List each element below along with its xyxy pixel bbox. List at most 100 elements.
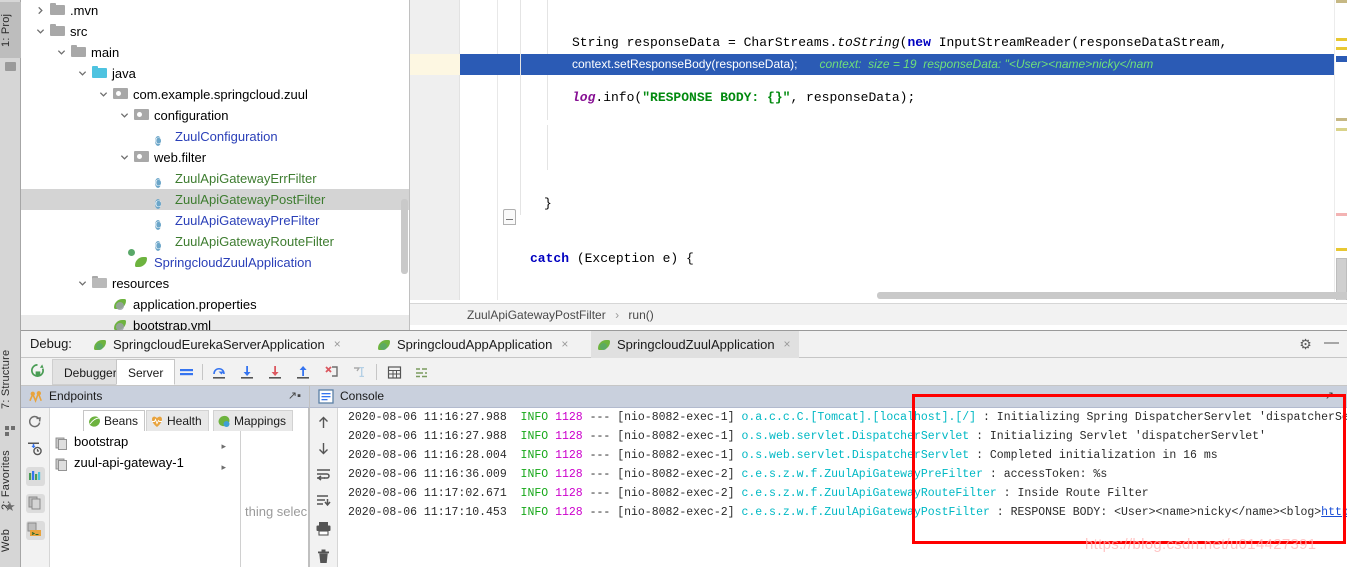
settings-gear-icon[interactable]: ⚙ [1298, 337, 1313, 352]
force-step-into-icon[interactable] [267, 364, 284, 381]
print-icon[interactable] [315, 520, 332, 537]
close-tab-icon[interactable]: × [561, 331, 568, 358]
tree-expander[interactable] [36, 6, 45, 15]
tab-mappings[interactable]: Mappings [213, 410, 293, 431]
run-to-cursor-icon[interactable] [351, 364, 368, 381]
tab-health[interactable]: Health [146, 410, 209, 431]
structure-dots-icon [5, 426, 15, 436]
rerun-icon[interactable] [29, 363, 46, 380]
intellij-idea-window: 1: Proj 7: Structure 2: Favorites ★ Web … [0, 0, 1347, 567]
soft-wrap-icon[interactable] [315, 466, 332, 483]
tree-item-com-example-springcloud-zuul[interactable]: com.example.springcloud.zuul [21, 84, 409, 105]
tree-item-src[interactable]: src [21, 21, 409, 42]
clear-all-icon[interactable] [315, 548, 332, 565]
tree-item-label: ZuulApiGatewayPostFilter [175, 189, 325, 210]
close-tab-icon[interactable]: × [784, 331, 791, 358]
console-toolbar [309, 408, 338, 567]
tree-item-zuulapigatewaypostfilter[interactable]: CZuulApiGatewayPostFilter [21, 189, 409, 210]
tree-expander[interactable] [78, 279, 87, 288]
evaluate-expression-icon[interactable] [386, 364, 403, 381]
endpoints-tree[interactable]: bootstrap▸zuul-api-gateway-1▸ [50, 431, 240, 567]
spring-app-icon [597, 338, 611, 352]
hide-panel-icon[interactable]: — [1324, 336, 1338, 351]
resource-folder-icon [92, 276, 108, 291]
tree-expander[interactable] [36, 27, 45, 36]
tree-item-main[interactable]: main [21, 42, 409, 63]
step-into-icon[interactable] [239, 364, 256, 381]
tree-item-web-filter[interactable]: web.filter [21, 147, 409, 168]
debug-tab-label: SpringcloudEurekaServerApplication [113, 337, 325, 352]
log-link[interactable]: http://smilenicky.bl [1321, 506, 1347, 519]
tree-expander[interactable] [99, 90, 108, 99]
debug-tab-1[interactable]: SpringcloudAppApplication× [371, 331, 576, 358]
refresh-icon[interactable] [26, 413, 45, 432]
show-execution-point-icon[interactable] [178, 364, 195, 381]
tree-item-bootstrap-yml[interactable]: bootstrap.yml [21, 315, 409, 330]
debug-side-tab-server[interactable]: Server [116, 359, 175, 385]
tool-window-web[interactable]: Web [0, 518, 21, 562]
tree-item-label: ZuulApiGatewayPreFilter [175, 210, 320, 231]
log-timestamp: 2020-08-06 11:17:02.671 [348, 487, 507, 500]
tree-expander[interactable] [78, 69, 87, 78]
breadcrumb-class[interactable]: ZuulApiGatewayPostFilter [467, 308, 606, 322]
tree-expander[interactable] [120, 111, 129, 120]
tree-item-resources[interactable]: resources [21, 273, 409, 294]
endpoint-row-1[interactable]: zuul-api-gateway-1▸ [50, 452, 240, 473]
console-header: Console ↗▪ [309, 386, 1347, 408]
tree-expander[interactable] [120, 153, 129, 162]
code-fold-toggle[interactable] [503, 209, 516, 225]
project-tree-scrollbar[interactable] [401, 199, 408, 274]
tree-item-java[interactable]: java [21, 63, 409, 84]
code-editor[interactable]: String responseData = CharStreams.toStri… [410, 0, 1347, 300]
tree-item-zuulapigatewayerrfilter[interactable]: CZuulApiGatewayErrFilter [21, 168, 409, 189]
step-out-icon[interactable] [295, 364, 312, 381]
tree-item-zuulapigatewayroutefilter[interactable]: CZuulApiGatewayRouteFilter [21, 231, 409, 252]
step-over-icon[interactable] [211, 364, 228, 381]
editor-horizontal-scrollbar[interactable] [877, 292, 1347, 299]
endpoints-tab-row: Beans Health Mappings [50, 408, 309, 431]
tool-window-structure[interactable]: 7: Structure [0, 336, 21, 422]
debug-tab-0[interactable]: SpringcloudEurekaServerApplication × [87, 331, 349, 358]
tool-window-project[interactable]: 1: Proj [0, 2, 21, 58]
tree-item--mvn[interactable]: .mvn [21, 0, 409, 21]
debug-tab-2[interactable]: SpringcloudZuulApplication× [591, 331, 799, 358]
log-logger: c.e.s.z.w.f.ZuulApiGatewayPreFilter [741, 468, 983, 481]
pin-panel-icon[interactable]: ↗▪ [288, 389, 301, 402]
scroll-down-icon[interactable] [315, 440, 332, 457]
tab-beans[interactable]: Beans [83, 410, 145, 431]
timer-icon[interactable] [26, 440, 45, 459]
drop-frame-icon[interactable] [323, 364, 340, 381]
scroll-up-icon[interactable] [315, 414, 332, 431]
editor-marker-bar[interactable] [1334, 0, 1347, 300]
tree-item-springcloudzuulapplication[interactable]: SpringcloudZuulApplication [21, 252, 409, 273]
tree-item-label: resources [112, 273, 169, 294]
project-tree[interactable]: .mvnsrcmainjavacom.example.springcloud.z… [21, 0, 410, 330]
tree-item-zuulapigatewayprefilter[interactable]: CZuulApiGatewayPreFilter [21, 210, 409, 231]
spring-app-icon [93, 338, 107, 352]
chart-icon[interactable] [26, 467, 45, 486]
editor-gutter[interactable] [410, 0, 460, 300]
console-title: Console [340, 389, 384, 403]
expand-arrow-icon[interactable]: ▸ [221, 457, 226, 478]
mute-breakpoints-icon[interactable] [413, 364, 430, 381]
tree-item-application-properties[interactable]: application.properties [21, 294, 409, 315]
scroll-to-end-icon[interactable] [315, 492, 332, 509]
beans-icon[interactable] [26, 494, 45, 513]
log-message: Inside Route Filter [1018, 487, 1149, 500]
console-line-0: 2020-08-06 11:16:27.988 INFO 1128 --- [n… [338, 408, 1347, 427]
tree-expander[interactable] [57, 48, 66, 57]
tree-item-configuration[interactable]: configuration [21, 105, 409, 126]
folder-icon [50, 24, 66, 39]
log-logger: o.s.web.servlet.DispatcherServlet [741, 430, 969, 443]
breadcrumb[interactable]: ZuulApiGatewayPostFilter › run() [410, 303, 1347, 325]
database-icon[interactable] [26, 521, 45, 540]
tree-item-zuulconfiguration[interactable]: CZuulConfiguration [21, 126, 409, 147]
console-pin-icon[interactable]: ↗▪ [1325, 389, 1338, 402]
endpoint-row-0[interactable]: bootstrap▸ [50, 431, 240, 452]
breadcrumb-method[interactable]: run() [628, 308, 653, 322]
log-pid: 1128 [555, 411, 583, 424]
close-tab-icon[interactable]: × [334, 331, 341, 358]
editor-gutter-folding[interactable] [460, 0, 498, 300]
endpoints-splitter[interactable] [240, 431, 241, 567]
log-level: INFO [521, 411, 549, 424]
